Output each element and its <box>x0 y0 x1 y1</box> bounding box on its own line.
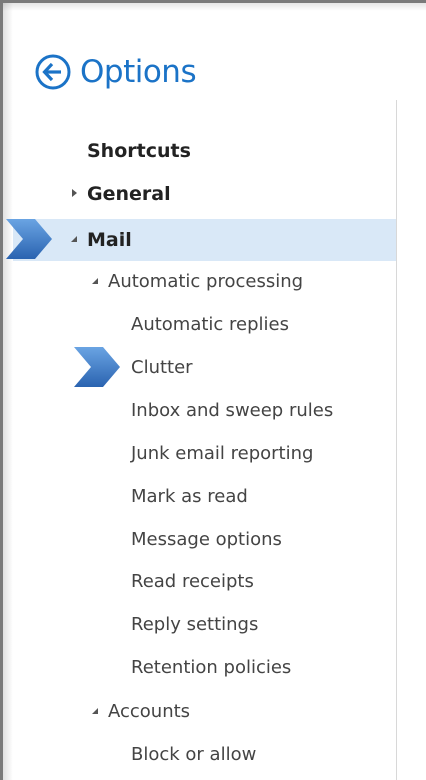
nav-item-shortcuts[interactable]: Shortcuts <box>87 130 191 172</box>
nav-item-read-receipts[interactable]: Read receipts <box>131 561 254 603</box>
collapse-down-icon[interactable] <box>91 707 99 715</box>
nav-item-retention-policies[interactable]: Retention policies <box>131 647 291 689</box>
nav-item-clutter[interactable]: Clutter <box>131 347 193 389</box>
nav-item-reply-settings[interactable]: Reply settings <box>131 604 258 646</box>
back-arrow-circle-icon[interactable] <box>34 53 72 91</box>
nav-item-automatic-processing[interactable]: Automatic processing <box>108 261 303 303</box>
callout-chevron-icon <box>74 347 120 387</box>
nav-item-message-options[interactable]: Message options <box>131 519 282 561</box>
frame-shadow <box>3 3 13 780</box>
frame-shadow <box>3 3 426 11</box>
nav-item-automatic-replies[interactable]: Automatic replies <box>131 304 289 346</box>
collapse-down-icon[interactable] <box>91 277 99 285</box>
nav-item-block-or-allow[interactable]: Block or allow <box>131 734 256 776</box>
panel-divider <box>396 100 397 780</box>
nav-item-mark-as-read[interactable]: Mark as read <box>131 476 248 518</box>
collapse-down-icon[interactable] <box>70 235 78 243</box>
nav-item-mail[interactable]: Mail <box>87 219 132 261</box>
nav-item-junk-email-reporting[interactable]: Junk email reporting <box>131 433 313 475</box>
page-title: Options <box>80 54 197 90</box>
callout-chevron-icon <box>6 219 52 259</box>
expand-right-icon[interactable] <box>72 189 77 197</box>
nav-item-accounts[interactable]: Accounts <box>108 691 190 733</box>
nav-item-inbox-sweep-rules[interactable]: Inbox and sweep rules <box>131 390 333 432</box>
options-header[interactable]: Options <box>34 52 197 92</box>
nav-item-general[interactable]: General <box>87 173 171 215</box>
